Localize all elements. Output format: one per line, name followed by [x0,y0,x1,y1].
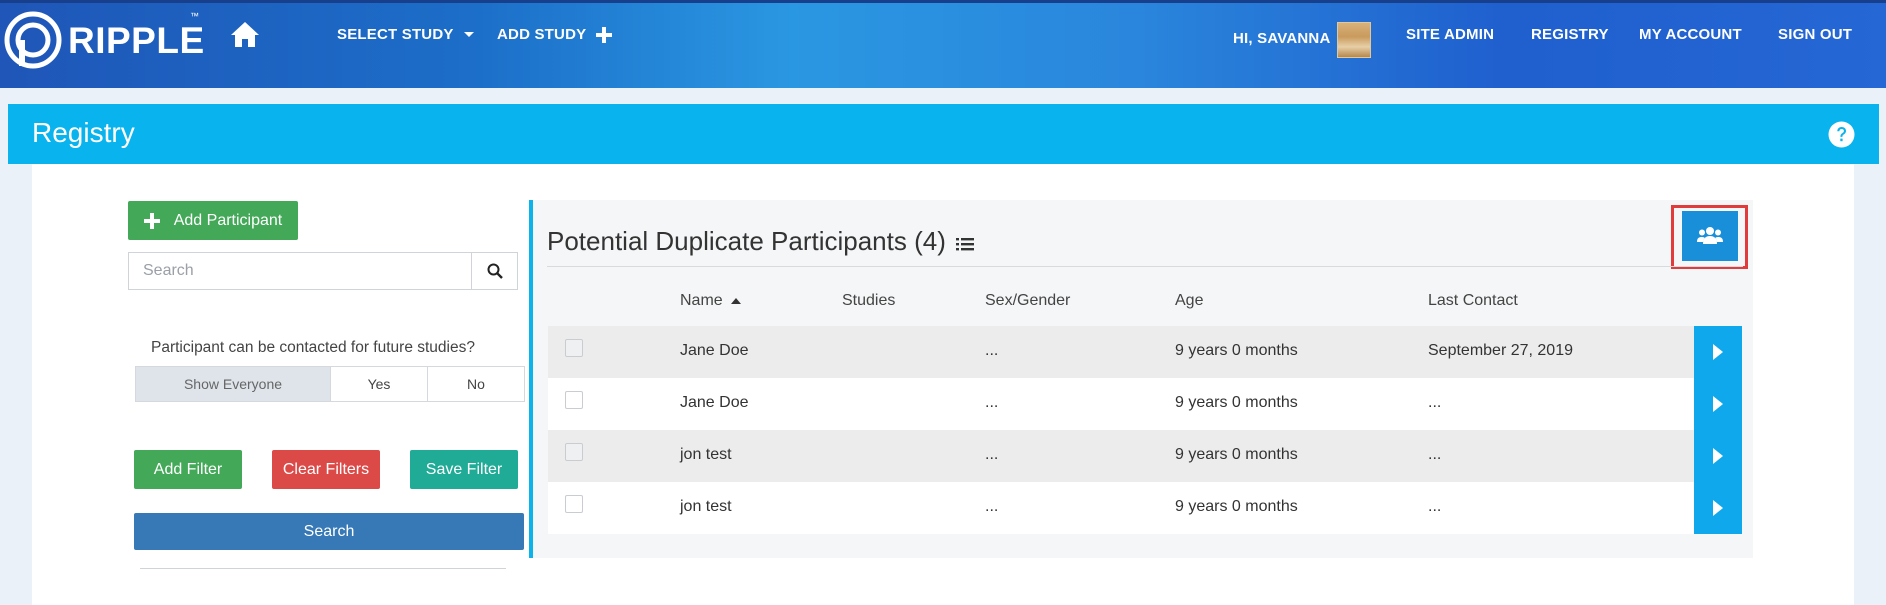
cell-last-contact: ... [1428,394,1442,411]
play-arrow-icon [1713,448,1723,464]
search-button[interactable]: Search [134,513,524,550]
add-study-link[interactable]: ADD STUDY [497,26,613,43]
site-admin-link[interactable]: SITE ADMIN [1406,26,1494,43]
column-header-name[interactable]: Name [680,292,741,310]
play-arrow-icon [1713,500,1723,516]
plus-icon [143,212,160,229]
column-header-label: Name [680,292,723,309]
ripple-logo-icon [4,11,62,69]
row-checkbox[interactable] [565,495,583,513]
play-arrow-icon [1713,344,1723,360]
ripple-logo[interactable]: RIPPLE [4,11,205,69]
duplicates-title-label: Potential Duplicate Participants (4) [547,226,946,256]
greeting-label: HI, SAVANNA [1233,30,1331,47]
contact-filter-toggle: Show Everyone Yes No [135,366,525,402]
search-icon [487,263,503,279]
column-header-last-contact[interactable]: Last Contact [1428,292,1518,310]
registry-label: REGISTRY [1531,26,1609,43]
select-study-label: SELECT STUDY [337,26,454,43]
list-icon[interactable] [955,236,974,252]
divider [547,266,1743,267]
open-participant-button[interactable] [1694,482,1742,534]
column-header-studies[interactable]: Studies [842,292,895,310]
table-row: jon test ... 9 years 0 months ... [548,430,1742,482]
brand-name: RIPPLE [68,19,205,61]
cell-last-contact: ... [1428,498,1442,515]
column-header-age[interactable]: Age [1175,292,1203,310]
cell-last-contact: September 27, 2019 [1428,342,1573,359]
open-participant-button[interactable] [1694,378,1742,430]
add-study-label: ADD STUDY [497,26,587,43]
brand-trademark: ™ [190,11,199,21]
search-input[interactable] [129,253,471,289]
cell-sex-gender: ... [985,498,999,515]
yes-option[interactable]: Yes [331,367,428,401]
open-participant-button[interactable] [1694,326,1742,378]
sign-out-link[interactable]: SIGN OUT [1778,26,1852,43]
show-everyone-option[interactable]: Show Everyone [136,367,331,401]
cell-last-contact: ... [1428,446,1442,463]
cell-name: Jane Doe [680,394,749,411]
page-header: Registry [8,104,1879,164]
row-checkbox[interactable] [565,443,583,461]
top-nav: RIPPLE ™ SELECT STUDY ADD STUDY HI, SAVA… [0,0,1886,88]
chevron-down-icon [463,32,474,37]
clear-filters-button[interactable]: Clear Filters [272,450,380,489]
table-row: Jane Doe ... 9 years 0 months September … [548,326,1742,378]
cell-age: 9 years 0 months [1175,394,1298,411]
sort-ascending-icon [730,298,741,304]
table-row: Jane Doe ... 9 years 0 months ... [548,378,1742,430]
cell-sex-gender: ... [985,446,999,463]
cell-name: Jane Doe [680,342,749,359]
cell-sex-gender: ... [985,394,999,411]
cell-age: 9 years 0 months [1175,342,1298,359]
sign-out-label: SIGN OUT [1778,26,1853,43]
cell-name: jon test [680,498,732,515]
no-option[interactable]: No [428,367,524,401]
cell-sex-gender: ... [985,342,999,359]
avatar[interactable] [1337,22,1371,58]
site-admin-label: SITE ADMIN [1406,26,1495,43]
my-account-label: MY ACCOUNT [1639,26,1742,43]
user-greeting: HI, SAVANNA [1233,30,1330,47]
cell-age: 9 years 0 months [1175,446,1298,463]
plus-icon [596,26,613,43]
registry-link[interactable]: REGISTRY [1531,26,1609,43]
open-participant-button[interactable] [1694,430,1742,482]
contact-question: Participant can be contacted for future … [151,339,475,356]
row-checkbox[interactable] [565,391,583,409]
duplicates-title: Potential Duplicate Participants (4) [547,226,974,257]
column-header-sex-gender[interactable]: Sex/Gender [985,292,1070,310]
page-title: Registry [32,117,135,148]
divider [140,568,506,569]
add-participant-label: Add Participant [173,211,283,229]
my-account-link[interactable]: MY ACCOUNT [1639,26,1742,43]
add-filter-button[interactable]: Add Filter [134,450,242,489]
play-arrow-icon [1713,396,1723,412]
search-submit-button[interactable] [471,253,517,289]
participant-search [128,252,518,290]
highlight-box [1671,205,1748,269]
cell-age: 9 years 0 months [1175,498,1298,515]
save-filter-button[interactable]: Save Filter [410,450,518,489]
table-row: jon test ... 9 years 0 months ... [548,482,1742,534]
help-icon[interactable] [1828,121,1855,153]
home-icon[interactable] [230,21,260,53]
row-checkbox[interactable] [565,339,583,357]
select-study-menu[interactable]: SELECT STUDY [337,26,474,43]
add-participant-button[interactable]: Add Participant [128,201,298,240]
cell-name: jon test [680,446,732,463]
